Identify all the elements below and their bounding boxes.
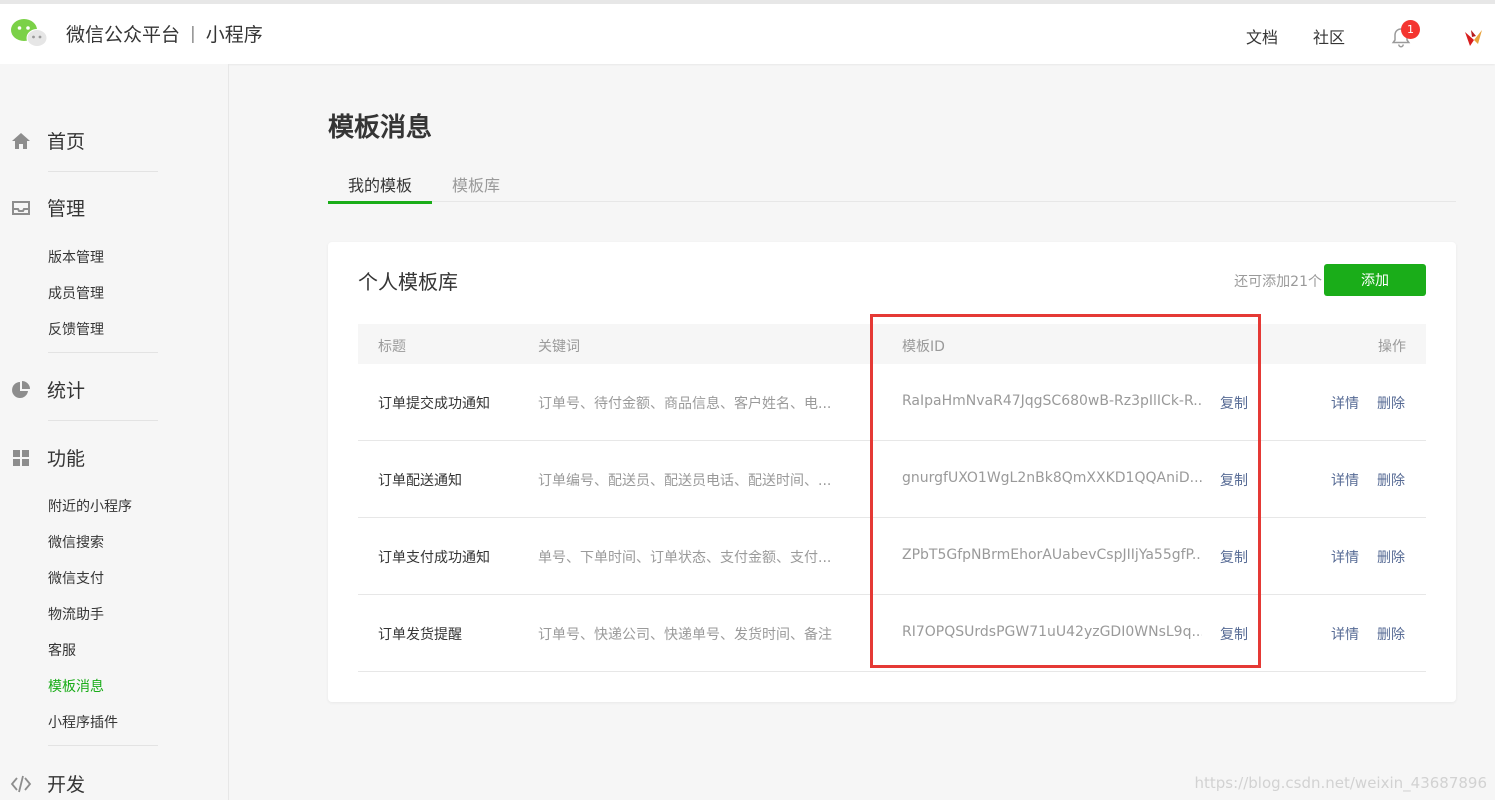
row-keywords: 订单编号、配送员、配送员电话、配送时间、... [538, 473, 832, 489]
page-title: 模板消息 [328, 113, 433, 143]
table-row: 订单支付成功通知 单号、下单时间、订单状态、支付金额、支付... ZPbT5Gf… [358, 518, 1426, 595]
sidebar-item-wechat-pay[interactable]: 微信支付 [48, 568, 104, 588]
delete-link[interactable]: 删除 [1377, 624, 1405, 644]
sidebar-item-label: 首页 [47, 131, 86, 153]
watermark: https://blog.csdn.net/weixin_43687896 [1194, 774, 1487, 792]
row-title: 订单配送通知 [378, 473, 462, 489]
sidebar-divider [48, 420, 158, 421]
table-row: 订单提交成功通知 订单号、待付金额、商品信息、客户姓名、电... RaIpaHm… [358, 364, 1426, 441]
sidebar-item-label: 管理 [47, 198, 86, 220]
sidebar-item-template-message[interactable]: 模板消息 [48, 676, 104, 696]
home-icon [10, 130, 32, 152]
sidebar-item-version-management[interactable]: 版本管理 [48, 247, 104, 267]
sidebar-item-member-management[interactable]: 成员管理 [48, 283, 104, 303]
row-title: 订单支付成功通知 [378, 550, 490, 566]
top-bar: 微信公众平台 | 小程序 文档 社区 1 [0, 0, 1495, 64]
sidebar-item-label: 功能 [47, 448, 86, 470]
row-template-id: RI7OPQSUrdsPGW71uU42yzGDI0WNsL9q... [902, 624, 1202, 640]
sidebar-item-customer-service[interactable]: 客服 [48, 640, 76, 660]
row-keywords: 订单号、待付金额、商品信息、客户姓名、电... [538, 396, 832, 412]
row-title: 订单发货提醒 [378, 627, 462, 643]
template-panel: 个人模板库 还可添加21个 添加 标题 关键词 模板ID 操作 订单提交成功通知… [328, 242, 1456, 702]
detail-link[interactable]: 详情 [1331, 624, 1359, 644]
sidebar-item-dev[interactable]: 开发 [10, 770, 85, 797]
row-template-id: ZPbT5GfpNBrmEhorAUabevCspJIIjYa55gfP... [902, 547, 1202, 563]
delete-link[interactable]: 删除 [1377, 393, 1405, 413]
column-header-title: 标题 [378, 339, 406, 355]
sidebar-item-stats[interactable]: 统计 [10, 376, 85, 403]
remaining-count: 还可添加21个 [1234, 274, 1322, 290]
product-name: 小程序 [205, 24, 263, 46]
table-header: 标题 关键词 模板ID 操作 [358, 324, 1426, 364]
wechat-logo-icon[interactable] [10, 18, 48, 48]
copy-link[interactable]: 复制 [1220, 470, 1248, 490]
code-icon [10, 773, 32, 795]
sidebar-item-plugins[interactable]: 小程序插件 [48, 712, 118, 732]
column-header-template-id: 模板ID [902, 339, 945, 355]
row-keywords: 订单号、快递公司、快递单号、发货时间、备注 [538, 627, 832, 643]
sidebar-divider [48, 171, 158, 172]
tab-bar: 我的模板 模板库 [327, 160, 1456, 204]
table-row: 订单发货提醒 订单号、快递公司、快递单号、发货时间、备注 RI7OPQSUrds… [358, 595, 1426, 672]
copy-link[interactable]: 复制 [1220, 624, 1248, 644]
row-template-id: RaIpaHmNvaR47JqgSC680wB-Rz3pIlICk-R... [902, 393, 1202, 409]
brand: 微信公众平台 | 小程序 [66, 20, 263, 47]
tab-template-library[interactable]: 模板库 [452, 172, 500, 196]
grid-icon [10, 447, 32, 469]
tab-my-templates[interactable]: 我的模板 [327, 172, 433, 204]
brand-name: 微信公众平台 [66, 24, 181, 46]
detail-link[interactable]: 详情 [1331, 470, 1359, 490]
sidebar-item-features[interactable]: 功能 [10, 444, 85, 471]
pie-chart-icon [10, 379, 32, 401]
notification-badge: 1 [1401, 20, 1420, 39]
row-template-id: gnurgfUXO1WgL2nBk8QmXXKD1QQAniD... [902, 470, 1202, 486]
avatar[interactable] [1462, 26, 1486, 50]
sidebar-item-manage[interactable]: 管理 [10, 194, 85, 221]
sidebar-divider [48, 352, 158, 353]
sidebar-divider [48, 745, 158, 746]
panel-title: 个人模板库 [358, 270, 458, 294]
detail-link[interactable]: 详情 [1331, 547, 1359, 567]
sidebar-item-logistics[interactable]: 物流助手 [48, 604, 104, 624]
sidebar-item-nearby-miniprogram[interactable]: 附近的小程序 [48, 496, 132, 516]
delete-link[interactable]: 删除 [1377, 547, 1405, 567]
sidebar-item-feedback-management[interactable]: 反馈管理 [48, 319, 104, 339]
brand-separator: | [190, 23, 196, 44]
row-keywords: 单号、下单时间、订单状态、支付金额、支付... [538, 550, 832, 566]
table-row: 订单配送通知 订单编号、配送员、配送员电话、配送时间、... gnurgfUXO… [358, 441, 1426, 518]
column-header-actions: 操作 [1378, 339, 1406, 355]
sidebar-item-label: 开发 [47, 774, 86, 796]
row-title: 订单提交成功通知 [378, 396, 490, 412]
sidebar-item-label: 统计 [47, 380, 86, 402]
copy-link[interactable]: 复制 [1220, 547, 1248, 567]
sidebar [0, 64, 229, 800]
community-link[interactable]: 社区 [1313, 24, 1345, 48]
delete-link[interactable]: 删除 [1377, 470, 1405, 490]
detail-link[interactable]: 详情 [1331, 393, 1359, 413]
add-button[interactable]: 添加 [1324, 264, 1426, 296]
column-header-keywords: 关键词 [538, 339, 580, 355]
inbox-icon [10, 197, 32, 219]
sidebar-item-home[interactable]: 首页 [10, 127, 85, 154]
sidebar-item-wechat-search[interactable]: 微信搜索 [48, 532, 104, 552]
copy-link[interactable]: 复制 [1220, 393, 1248, 413]
docs-link[interactable]: 文档 [1246, 24, 1278, 48]
